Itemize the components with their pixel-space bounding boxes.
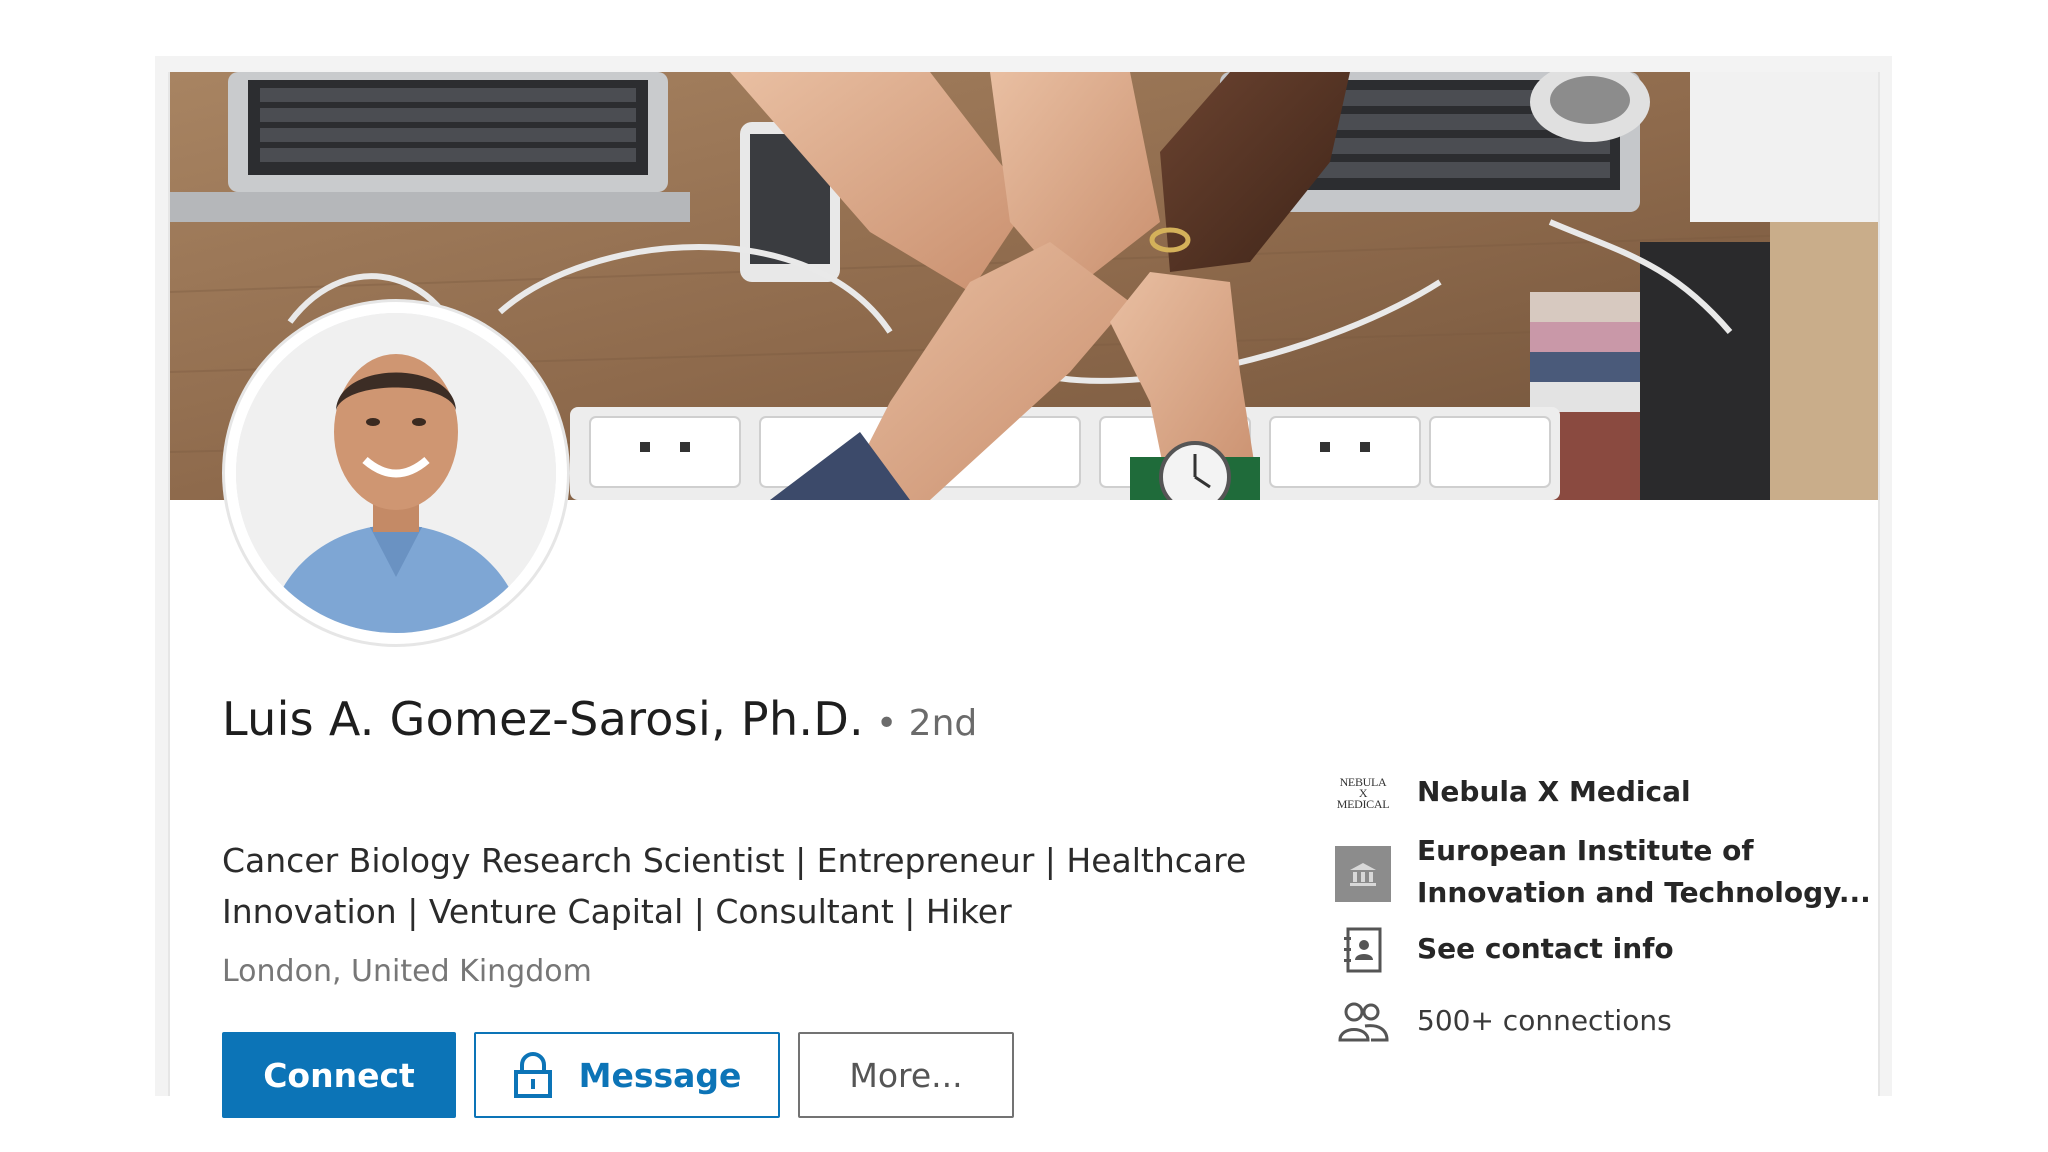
profile-photo[interactable] xyxy=(225,302,567,644)
profile-card: Luis A. Gomez-Sarosi, Ph.D. • 2nd Cancer… xyxy=(168,72,1880,1118)
company-link[interactable]: NEBULA X MEDICAL Nebula X Medical xyxy=(1335,765,1691,821)
headline-line-2: Innovation | Venture Capital | Consultan… xyxy=(222,892,1012,931)
message-button-label: Message xyxy=(578,1055,742,1095)
contact-info-label: See contact info xyxy=(1417,932,1674,965)
profile-name: Luis A. Gomez-Sarosi, Ph.D. xyxy=(222,692,864,746)
connection-degree: • 2nd xyxy=(875,703,978,744)
headline-line-1: Cancer Biology Research Scientist | Entr… xyxy=(222,841,1247,880)
school-icon xyxy=(1335,846,1391,902)
more-button-label: More... xyxy=(849,1055,963,1095)
connections-count: 500+ connections xyxy=(1417,1004,1672,1037)
school-line-1: European Institute of xyxy=(1417,834,1754,867)
profile-location: London, United Kingdom xyxy=(222,954,592,989)
lock-icon xyxy=(513,1052,553,1098)
profile-headline: Cancer Biology Research Scientist | Entr… xyxy=(222,835,1322,937)
contact-info-link[interactable]: See contact info xyxy=(1335,922,1674,978)
connections-link[interactable]: 500+ connections xyxy=(1335,994,1672,1050)
name-row: Luis A. Gomez-Sarosi, Ph.D. • 2nd xyxy=(222,692,977,746)
connect-button-label: Connect xyxy=(263,1055,415,1095)
contact-card-icon xyxy=(1335,922,1391,978)
page: Luis A. Gomez-Sarosi, Ph.D. • 2nd Cancer… xyxy=(0,0,2048,1152)
company-logo-line-1: NEBULA X xyxy=(1339,774,1387,800)
company-logo-line-2: MEDICAL xyxy=(1336,796,1390,811)
people-icon xyxy=(1335,994,1391,1050)
message-button[interactable]: Message xyxy=(474,1032,780,1118)
school-line-2: Innovation and Technology... xyxy=(1417,876,1871,909)
more-button[interactable]: More... xyxy=(798,1032,1014,1118)
school-link[interactable]: European Institute of Innovation and Tec… xyxy=(1335,830,1871,914)
company-logo: NEBULA X MEDICAL xyxy=(1335,765,1391,821)
school-name: European Institute of Innovation and Tec… xyxy=(1417,830,1871,914)
company-name: Nebula X Medical xyxy=(1417,775,1691,808)
connect-button[interactable]: Connect xyxy=(222,1032,456,1118)
